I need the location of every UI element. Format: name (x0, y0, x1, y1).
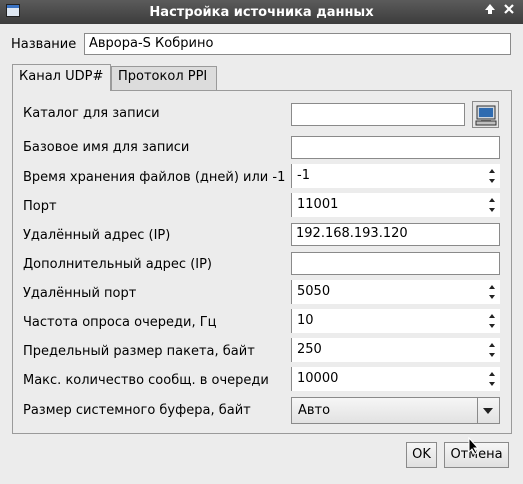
spin-up-icon[interactable] (489, 169, 495, 173)
sys-buffer-value: Авто (298, 403, 331, 418)
sys-buffer-select[interactable]: Авто (291, 397, 500, 424)
tab-ppi-protocol[interactable]: Протокол PPI (111, 66, 217, 90)
sys-buffer-label: Размер системного буфера, байт (23, 403, 251, 418)
dialog-window: Настройка источника данных Название Авро… (0, 0, 523, 484)
keep-above-icon[interactable] (482, 3, 498, 20)
title-bar[interactable]: Настройка источника данных (0, 0, 523, 24)
spin-up-icon[interactable] (489, 285, 495, 289)
ok-button[interactable]: OK (406, 442, 437, 468)
max-queue-value: 10000 (297, 371, 339, 386)
poll-rate-label: Частота опроса очереди, Гц (23, 315, 217, 330)
port-spinbox[interactable]: 11001 (291, 193, 500, 217)
poll-rate-value: 10 (297, 313, 314, 328)
base-name-label: Базовое имя для записи (23, 140, 190, 155)
retention-spinbox[interactable]: -1 (291, 164, 500, 188)
max-packet-value: 250 (297, 342, 322, 357)
poll-rate-stepper[interactable] (486, 309, 500, 333)
browse-folder-button[interactable] (472, 101, 499, 128)
extra-address-input[interactable] (291, 252, 500, 275)
poll-rate-spinbox[interactable]: 10 (291, 309, 500, 333)
retention-label: Время хранения файлов (дней) или -1 (23, 170, 286, 185)
spin-down-icon[interactable] (489, 353, 495, 357)
port-stepper[interactable] (486, 193, 500, 217)
max-queue-label: Макс. количество сообщ. в очереди (23, 373, 269, 388)
port-value: 11001 (297, 197, 339, 212)
remote-port-spinbox[interactable]: 5050 (291, 280, 500, 304)
spin-down-icon[interactable] (489, 179, 495, 183)
spin-down-icon[interactable] (489, 382, 495, 386)
spin-down-icon[interactable] (489, 324, 495, 328)
spin-up-icon[interactable] (489, 198, 495, 202)
max-packet-label: Предельный размер пакета, байт (23, 344, 255, 359)
name-label: Название (11, 37, 77, 52)
max-packet-spinbox[interactable]: 250 (291, 338, 500, 362)
spin-up-icon[interactable] (489, 343, 495, 347)
retention-value: -1 (297, 168, 310, 183)
window-title: Настройка источника данных (149, 5, 374, 20)
spin-down-icon[interactable] (489, 208, 495, 212)
max-packet-stepper[interactable] (486, 338, 500, 362)
close-icon[interactable] (501, 3, 517, 20)
chevron-down-icon[interactable] (477, 398, 499, 423)
max-queue-stepper[interactable] (486, 367, 500, 391)
remote-port-label: Удалённый порт (23, 286, 137, 301)
base-name-input[interactable] (291, 136, 500, 159)
computer-icon (475, 105, 497, 126)
retention-stepper[interactable] (486, 164, 500, 188)
extra-address-label: Дополнительный адрес (IP) (23, 257, 213, 272)
tab-udp-channel[interactable]: Канал UDP# (12, 64, 111, 91)
catalog-label: Каталог для записи (23, 106, 160, 121)
spin-down-icon[interactable] (489, 295, 495, 299)
spin-up-icon[interactable] (489, 372, 495, 376)
remote-port-value: 5050 (297, 284, 331, 299)
spin-up-icon[interactable] (489, 314, 495, 318)
name-input[interactable]: Аврора-S Кобрино (84, 33, 511, 55)
remote-address-input[interactable]: 192.168.193.120 (291, 223, 500, 246)
port-label: Порт (23, 199, 57, 214)
remote-address-label: Удалённый адрес (IP) (23, 228, 171, 243)
max-queue-spinbox[interactable]: 10000 (291, 367, 500, 391)
mouse-pointer-icon (468, 437, 480, 455)
catalog-input[interactable] (291, 103, 465, 126)
remote-port-stepper[interactable] (486, 280, 500, 304)
